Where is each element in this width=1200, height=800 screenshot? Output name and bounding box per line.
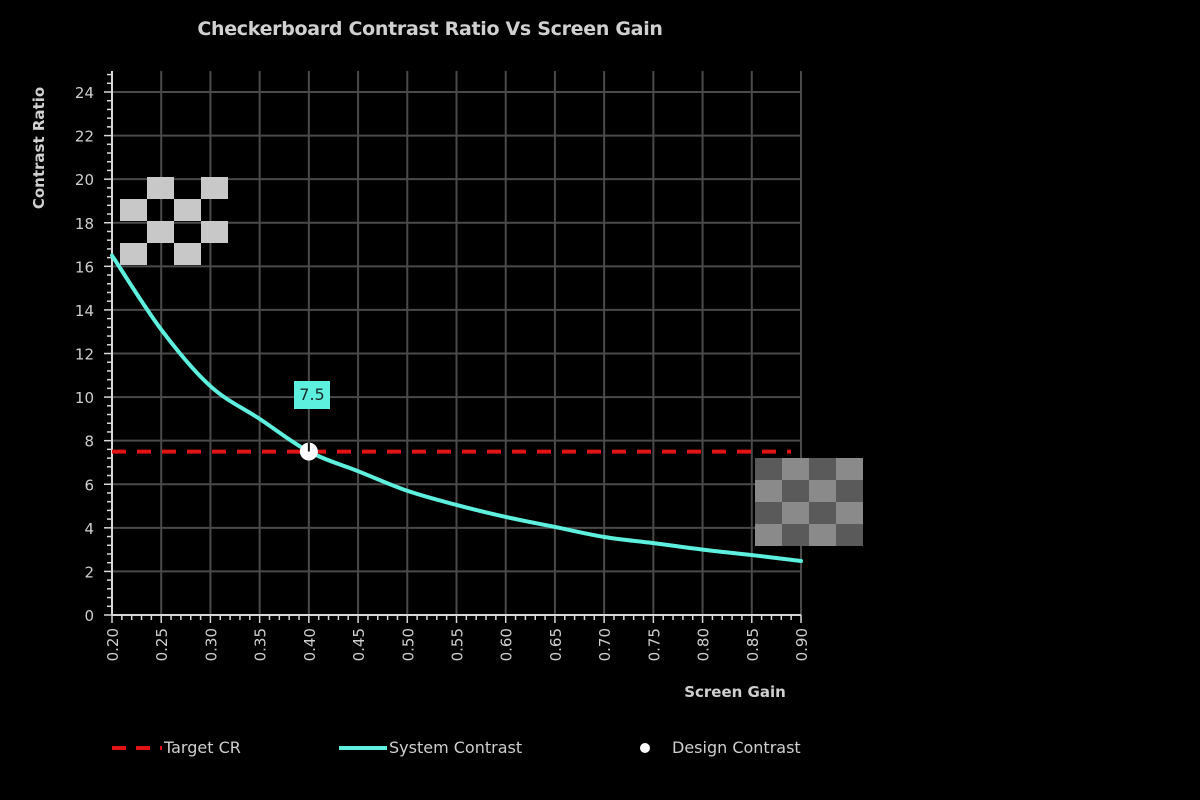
checker-cell	[782, 458, 809, 480]
checker-cell	[809, 480, 836, 502]
x-tick-label: 0.25	[153, 628, 171, 661]
checker-cell	[836, 458, 863, 480]
x-axis-label: Screen Gain	[684, 683, 786, 701]
checker-cell	[201, 221, 228, 243]
x-tick-label: 0.85	[744, 628, 762, 661]
axes	[104, 71, 802, 623]
x-tick-label: 0.40	[301, 628, 319, 661]
checker-cell	[836, 502, 863, 524]
x-tick-label: 0.80	[695, 628, 713, 661]
checker-cell	[836, 524, 863, 546]
y-tick-label: 24	[75, 84, 94, 102]
y-tick-label: 22	[75, 128, 94, 146]
x-tick-label: 0.60	[498, 628, 516, 661]
checker-cell	[174, 199, 201, 221]
checker-cell	[809, 524, 836, 546]
x-tick-label: 0.90	[793, 628, 811, 661]
x-tick-label: 0.30	[202, 628, 220, 661]
low-contrast-checkerboard-icon	[755, 458, 863, 546]
checker-cell	[782, 502, 809, 524]
legend-item-design-contrast[interactable]: Design Contrast	[640, 738, 801, 757]
y-tick-label: 10	[75, 389, 94, 407]
y-tick-label: 18	[75, 215, 94, 233]
checker-cell	[782, 480, 809, 502]
x-tick-label: 0.50	[399, 628, 417, 661]
y-tick-label: 8	[84, 433, 94, 451]
checker-cell	[147, 177, 174, 199]
legend-label: System Contrast	[389, 738, 523, 757]
checker-cell	[120, 243, 147, 265]
y-tick-label: 14	[75, 302, 94, 320]
checker-cell	[755, 480, 782, 502]
checker-cell	[147, 243, 174, 265]
checker-cell	[809, 458, 836, 480]
checker-cell	[120, 199, 147, 221]
y-tick-label: 0	[84, 607, 94, 625]
dot-swatch-icon	[640, 742, 650, 753]
checker-cell	[120, 221, 147, 243]
high-contrast-checkerboard-icon	[120, 177, 228, 265]
checker-cell	[782, 524, 809, 546]
checker-cell	[836, 480, 863, 502]
dashed-line-swatch-icon	[112, 745, 162, 750]
y-tick-label: 20	[75, 171, 94, 189]
x-tick-label: 0.70	[596, 628, 614, 661]
checker-cell	[147, 199, 174, 221]
grid-lines	[112, 71, 802, 615]
x-tick-label: 0.65	[547, 628, 565, 661]
tick-labels: 0.20 0.25 0.30 0.35 0.40 0.45 0.50 0.55 0.60 0.65…	[75, 84, 811, 661]
design-contrast-value-label: 7.5	[294, 381, 330, 409]
y-tick-label: 4	[84, 520, 94, 538]
y-tick-label: 16	[75, 258, 94, 276]
checker-cell	[755, 502, 782, 524]
y-tick-label: 12	[75, 346, 94, 364]
legend-label: Target CR	[164, 738, 241, 757]
checker-cell	[201, 177, 228, 199]
y-axis-label: Contrast Ratio	[30, 87, 48, 209]
x-tick-label: 0.45	[350, 628, 368, 661]
y-tick-label: 6	[84, 476, 94, 494]
x-tick-label: 0.35	[252, 628, 270, 661]
chart-plot: 0.20 0.25 0.30 0.35 0.40 0.45 0.50 0.55 0.60 0.65…	[30, 71, 811, 701]
legend-item-target-cr[interactable]: Target CR	[112, 738, 241, 757]
solid-line-swatch-icon	[339, 745, 387, 750]
x-tick-label: 0.20	[104, 628, 122, 661]
checker-cell	[174, 177, 201, 199]
checker-cell	[174, 221, 201, 243]
y-tick-label: 2	[84, 563, 94, 581]
checker-cell	[755, 524, 782, 546]
checker-cell	[201, 199, 228, 221]
legend-item-system-contrast[interactable]: System Contrast	[339, 738, 522, 757]
checker-cell	[147, 221, 174, 243]
checker-cell	[201, 243, 228, 265]
checker-cell	[120, 177, 147, 199]
legend-label: Design Contrast	[672, 738, 801, 757]
x-tick-label: 0.75	[645, 628, 663, 661]
checker-cell	[809, 502, 836, 524]
checker-cell	[755, 458, 782, 480]
x-tick-label: 0.55	[449, 628, 467, 661]
checker-cell	[174, 243, 201, 265]
